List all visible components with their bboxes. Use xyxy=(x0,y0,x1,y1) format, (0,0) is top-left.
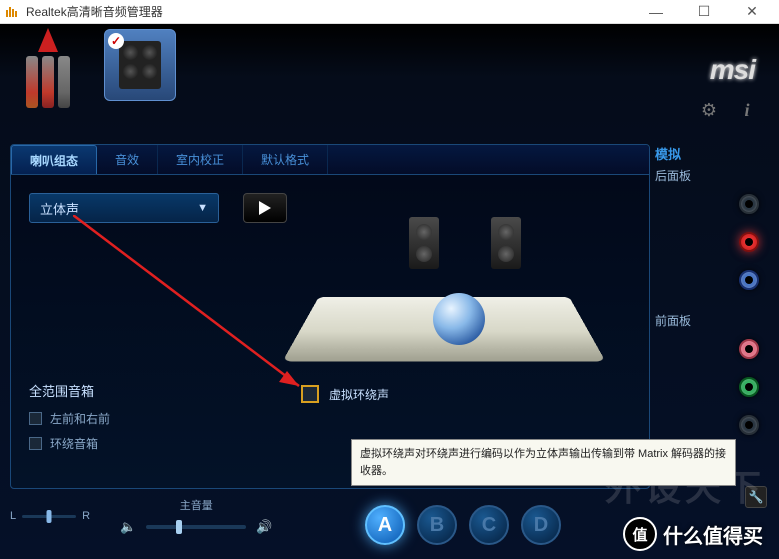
speakers-icon xyxy=(119,41,161,89)
close-button[interactable]: ✕ xyxy=(737,2,767,22)
preset-a-button[interactable]: A xyxy=(365,505,405,545)
speaker-config-dropdown[interactable]: 立体声 xyxy=(29,193,219,223)
main-volume-label: 主音量 xyxy=(180,497,213,513)
preset-d-button[interactable]: D xyxy=(521,505,561,545)
watermark-text-2: 什么值得买 xyxy=(663,520,763,549)
speaker-stage-graphic xyxy=(303,215,585,385)
volume-high-icon: 🔊 xyxy=(256,519,272,535)
checkbox-virtual-surround[interactable] xyxy=(301,385,319,403)
main-volume-control: 主音量 🔈 🔊 xyxy=(120,497,272,535)
jack-blue[interactable] xyxy=(739,270,759,290)
balance-control: L R xyxy=(10,510,90,522)
app-icon xyxy=(4,4,20,20)
settings-button[interactable] xyxy=(699,100,719,120)
window-titlebar: Realtek高清晰音频管理器 — ☐ ✕ xyxy=(0,0,779,24)
label-virtual-surround: 虚拟环绕声 xyxy=(329,386,389,403)
annotation-arrow xyxy=(73,215,333,395)
listener-sphere-icon xyxy=(433,293,485,345)
speaker-right-icon[interactable] xyxy=(491,217,521,269)
minimize-button[interactable]: — xyxy=(641,2,671,22)
brand-logo: msi xyxy=(710,54,755,86)
back-panel-label: 后面板 xyxy=(655,167,767,184)
fullrange-section: 全范围音箱 左前和右前 环绕音箱 xyxy=(29,381,110,460)
dropdown-value: 立体声 xyxy=(40,199,79,218)
device-selector-speakers[interactable]: ✓ xyxy=(104,29,176,101)
tab-default-format[interactable]: 默认格式 xyxy=(243,145,328,174)
jack-black[interactable] xyxy=(739,194,759,214)
tooltip-virtual-surround: 虚拟环绕声对环绕声进行编码以作为立体声输出传输到带 Matrix 解码器的接收器… xyxy=(351,439,736,486)
front-panel-label: 前面板 xyxy=(655,312,767,329)
tab-room-correction[interactable]: 室内校正 xyxy=(158,145,243,174)
top-section: ✓ msi i xyxy=(0,24,779,119)
app-body: ✓ msi i 喇叭组态 音效 室内校正 默认格式 立体声 xyxy=(0,24,779,559)
tab-speaker-config[interactable]: 喇叭组态 xyxy=(11,145,97,174)
preset-b-button[interactable]: B xyxy=(417,505,457,545)
maximize-button[interactable]: ☐ xyxy=(689,2,719,22)
jack-dark[interactable] xyxy=(739,415,759,435)
analog-title: 模拟 xyxy=(655,144,767,163)
checkbox-surround[interactable] xyxy=(29,437,42,450)
label-front-lr: 左前和右前 xyxy=(50,410,110,427)
speaker-left-icon[interactable] xyxy=(409,217,439,269)
label-surround: 环绕音箱 xyxy=(50,435,98,452)
info-button[interactable]: i xyxy=(737,100,757,120)
checkbox-front-lr[interactable] xyxy=(29,412,42,425)
main-panel: 喇叭组态 音效 室内校正 默认格式 立体声 全范围音箱 xyxy=(10,144,650,489)
checkmark-icon: ✓ xyxy=(108,33,124,49)
volume-low-icon: 🔈 xyxy=(120,519,136,535)
jack-pink[interactable] xyxy=(739,339,759,359)
connector-plugs-graphic xyxy=(26,30,70,108)
preset-buttons: A B C D xyxy=(365,505,561,545)
volume-slider[interactable] xyxy=(146,525,246,529)
tab-bar: 喇叭组态 音效 室内校正 默认格式 xyxy=(11,145,649,175)
jack-green[interactable] xyxy=(739,377,759,397)
preset-c-button[interactable]: C xyxy=(469,505,509,545)
connector-settings-button[interactable]: 🔧 xyxy=(745,486,767,508)
balance-slider[interactable] xyxy=(22,515,76,518)
jack-red-active[interactable] xyxy=(739,232,759,252)
virtual-surround-row: 虚拟环绕声 xyxy=(301,385,389,403)
play-button[interactable] xyxy=(243,193,287,223)
balance-l-label: L xyxy=(10,510,16,522)
tab-sound-effects[interactable]: 音效 xyxy=(97,145,158,174)
fullrange-title: 全范围音箱 xyxy=(29,381,110,400)
balance-r-label: R xyxy=(82,510,90,522)
window-title: Realtek高清晰音频管理器 xyxy=(26,3,641,20)
arrow-up-icon xyxy=(38,28,58,52)
